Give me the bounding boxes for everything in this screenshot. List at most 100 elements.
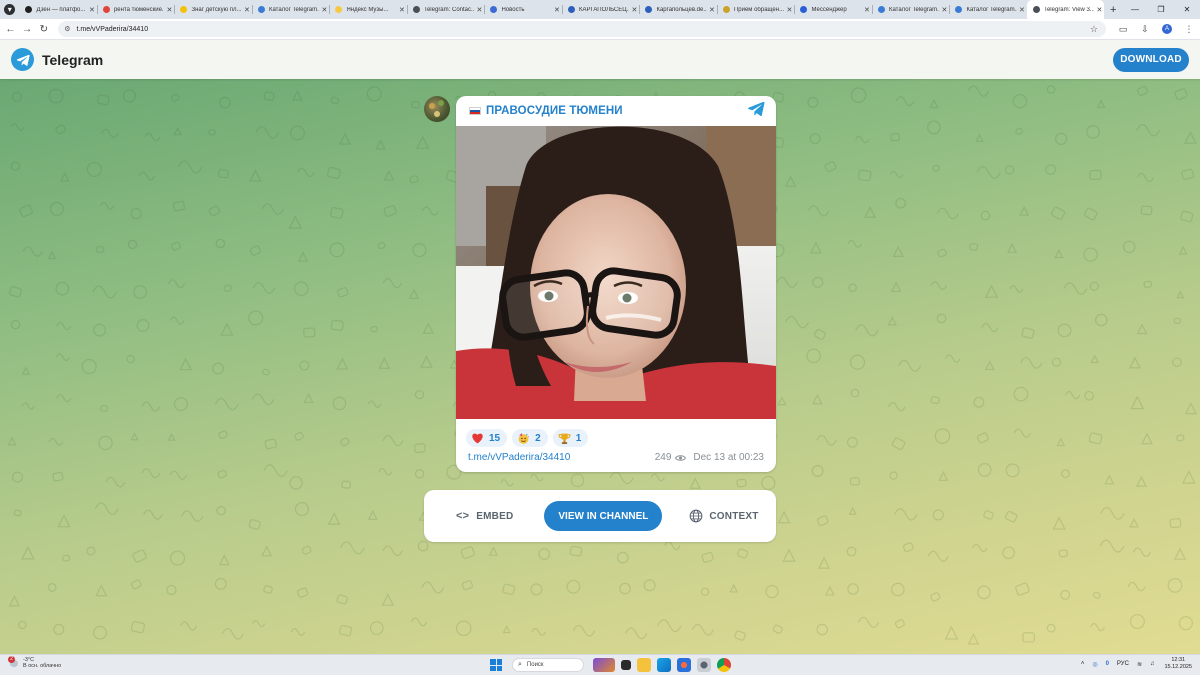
post-meta: 249 Dec 13 at 00:23: [655, 452, 764, 463]
close-tab-icon[interactable]: ✕: [1017, 6, 1027, 14]
close-tab-icon[interactable]: ✕: [397, 6, 407, 14]
photos-app-icon[interactable]: [677, 658, 691, 672]
post-photo[interactable]: [456, 126, 776, 419]
catalog-icon: [955, 6, 963, 13]
catalog-icon: [257, 6, 265, 13]
close-tab-icon[interactable]: ✕: [862, 6, 872, 14]
music-icon: [335, 6, 343, 13]
close-tab-icon[interactable]: ✕: [552, 6, 562, 14]
back-icon[interactable]: ←: [2, 24, 19, 35]
russia-flag-icon: [469, 107, 481, 115]
taskbar-search[interactable]: ⌕ Поиск: [512, 658, 584, 672]
bookmark-star-icon[interactable]: ☆: [1090, 24, 1098, 35]
brand-name[interactable]: Telegram: [42, 52, 103, 68]
task-view-icon[interactable]: [621, 660, 631, 670]
chevron-up-icon[interactable]: ˄: [1081, 661, 1085, 667]
browser-tab[interactable]: Каргапольцев.de... ✕: [639, 0, 717, 19]
cloud-icon: 2: [8, 656, 20, 669]
store-icon[interactable]: [657, 658, 671, 672]
party-face-icon: [517, 432, 530, 444]
tab-label: Каталог Telegram...: [888, 6, 940, 13]
browser-tab[interactable]: Прием обращен... ✕: [716, 0, 795, 19]
browser-tab[interactable]: рента тюменские... ✕: [96, 0, 175, 19]
weather-desc: В осн. облачно: [23, 663, 62, 669]
post-footer: t.me/vVPaderira/34410 249 Dec 13 at 00:2…: [456, 447, 776, 463]
address-bar[interactable]: ⚙ t.me/vVPaderira/34410 ☆: [58, 21, 1106, 37]
tray-count[interactable]: 0: [1106, 661, 1109, 667]
wifi-icon[interactable]: ≋: [1137, 661, 1142, 668]
reaction-chip[interactable]: 2: [512, 429, 548, 447]
browser-tab-strip: ▾ Дзен — платфо... ✕ рента тюменские... ✕ Зн…: [0, 0, 1200, 19]
volume-icon[interactable]: ♫: [1150, 661, 1155, 667]
clock-time: 12:31: [1171, 657, 1186, 663]
close-tab-icon[interactable]: ✕: [629, 6, 639, 14]
browser-tab[interactable]: Мессенджер ✕: [794, 0, 872, 19]
embed-label: EMBED: [476, 510, 514, 522]
view-in-channel-button[interactable]: VIEW IN CHANNEL: [544, 501, 663, 531]
close-tab-icon[interactable]: ✕: [242, 6, 252, 14]
reaction-chip[interactable]: 15: [466, 429, 508, 447]
profile-avatar-icon[interactable]: A: [1161, 24, 1172, 34]
context-label: CONTEXT: [709, 510, 759, 522]
close-tab-icon[interactable]: ✕: [784, 6, 794, 14]
file-explorer-icon[interactable]: [637, 658, 651, 672]
download-button[interactable]: DOWNLOAD: [1113, 47, 1189, 72]
tab-search-button[interactable]: ▾: [0, 0, 19, 19]
browser-tab[interactable]: Каталог Telegram... ✕: [251, 0, 330, 19]
browser-tab[interactable]: Дзен — платфо... ✕: [19, 0, 97, 19]
view-count: 249: [654, 452, 672, 463]
chrome-icon[interactable]: [717, 658, 731, 672]
reaction-chip[interactable]: 1: [552, 429, 589, 447]
reload-icon[interactable]: ↻: [35, 24, 52, 35]
telegram-logo-icon[interactable]: [11, 48, 34, 71]
channel-name-link[interactable]: ПРАВОСУДИЕ ТЮМЕНИ: [486, 105, 623, 117]
browser-tab[interactable]: Знаг детскую пл... ✕: [174, 0, 252, 19]
reading-list-icon[interactable]: ▭: [1112, 24, 1134, 35]
settings-gear-icon[interactable]: [697, 658, 711, 672]
new-tab-button[interactable]: +: [1104, 4, 1122, 16]
context-button[interactable]: CONTEXT: [689, 509, 758, 523]
windows-start-icon[interactable]: [490, 659, 502, 671]
close-tab-icon[interactable]: ✕: [1094, 6, 1104, 14]
downloads-icon[interactable]: ⇩: [1134, 24, 1156, 35]
site-info-icon[interactable]: ⚙: [64, 25, 70, 33]
close-tab-icon[interactable]: ✕: [474, 6, 484, 14]
telegram-icon: [412, 6, 420, 13]
tab-label: рента тюменские...: [113, 6, 165, 13]
tray-app-icon[interactable]: ◎: [1092, 661, 1097, 668]
telegram-header: Telegram DOWNLOAD: [0, 40, 1200, 79]
system-tray: ˄ ◎ 0 РУС ≋ ♫ 12:31 15.12.2025: [1081, 657, 1192, 671]
notification-badge: 2: [8, 656, 15, 663]
channel-avatar[interactable]: [424, 96, 450, 122]
telegram-share-icon[interactable]: [747, 101, 765, 121]
browser-tab[interactable]: Telegram: Contac... ✕: [406, 0, 485, 19]
system-clock[interactable]: 12:31 15.12.2025: [1164, 657, 1192, 671]
close-tab-icon[interactable]: ✕: [319, 6, 329, 14]
weather-widget[interactable]: 2 -3°C В осн. облачно: [8, 656, 62, 669]
browser-tab[interactable]: Telegram: View 3... ✕: [1026, 0, 1105, 19]
maximize-icon[interactable]: ❐: [1148, 5, 1174, 14]
forward-icon[interactable]: →: [19, 24, 36, 35]
browser-tab[interactable]: КАРГАПОЛЬСЕЦ... ✕: [561, 0, 640, 19]
browser-tab[interactable]: Каталог Telegram... ✕: [871, 0, 950, 19]
search-icon: ⌕: [518, 661, 522, 668]
url-text: t.me/vVPaderira/34410: [76, 25, 149, 33]
browser-tab[interactable]: Новость ✕: [484, 0, 562, 19]
browser-tab[interactable]: Каталог Telegram... ✕: [949, 0, 1027, 19]
close-tab-icon[interactable]: ✕: [939, 6, 949, 14]
close-window-icon[interactable]: ✕: [1174, 5, 1200, 14]
embed-button[interactable]: <> EMBED: [456, 510, 513, 522]
video-icon: [180, 6, 188, 13]
close-tab-icon[interactable]: ✕: [164, 6, 174, 14]
tab-label: Мессенджер: [811, 6, 847, 13]
menu-icon[interactable]: ⋮: [1178, 24, 1200, 35]
close-tab-icon[interactable]: ✕: [87, 6, 97, 14]
minimize-icon[interactable]: —: [1122, 5, 1148, 14]
catalog-icon: [877, 6, 885, 13]
close-tab-icon[interactable]: ✕: [707, 6, 717, 14]
post-link[interactable]: t.me/vVPaderira/34410: [468, 452, 570, 463]
browser-tab[interactable]: Яндекс Музы... ✕: [329, 0, 407, 19]
language-indicator[interactable]: РУС: [1117, 661, 1129, 667]
tab-label: Каталог Telegram...: [268, 6, 320, 13]
widgets-app-icon[interactable]: [593, 658, 615, 672]
